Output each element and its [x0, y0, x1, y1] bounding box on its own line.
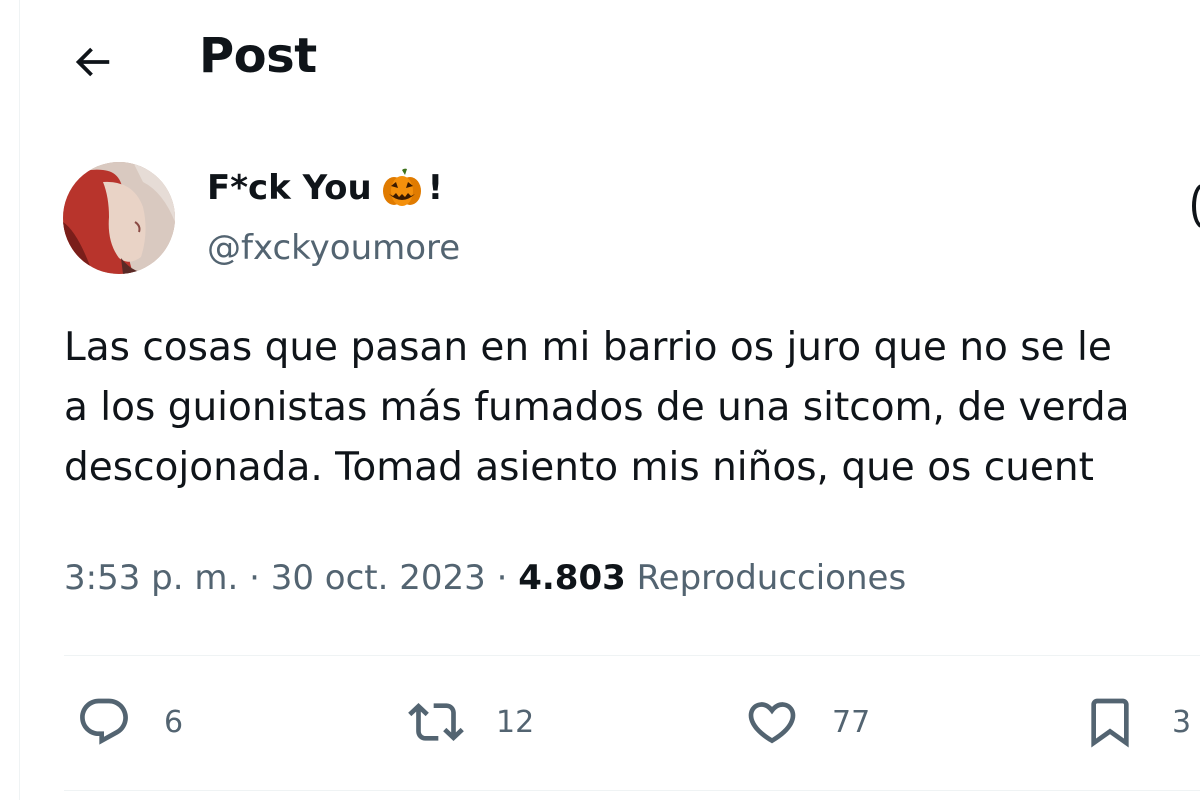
divider: [64, 790, 1200, 791]
like-count: 77: [832, 704, 871, 740]
meta-separator: ·: [238, 558, 271, 598]
pumpkin-icon: [382, 168, 421, 206]
tweet-date[interactable]: 30 oct. 2023: [271, 558, 486, 598]
post-page: Post F*ck You ! @fxckyoumore Las cosas q…: [0, 0, 1200, 800]
meta-separator: ·: [485, 558, 519, 598]
views-label: Reproducciones: [636, 558, 907, 598]
page-title: Post: [199, 28, 317, 84]
author-handle[interactable]: @fxckyoumore: [207, 228, 460, 268]
bookmark-button[interactable]: 3: [1082, 687, 1191, 757]
avatar-image: [63, 162, 175, 274]
bookmark-count: 3: [1172, 704, 1192, 740]
back-button[interactable]: [52, 22, 132, 102]
retweet-button[interactable]: 12: [408, 687, 534, 757]
action-bar: 6 12 77 3: [64, 687, 1200, 757]
reply-count: 6: [164, 704, 184, 740]
author-name-text: F*ck You: [207, 168, 372, 208]
retweet-icon: [408, 703, 464, 741]
reply-icon: [80, 698, 128, 745]
reply-button[interactable]: 6: [76, 687, 183, 757]
page-header: [20, 0, 1200, 115]
left-column-border: [0, 0, 20, 800]
tweet-time[interactable]: 3:53 p. m.: [64, 558, 238, 598]
tweet-text-line: a los guionistas más fumados de una sitc…: [64, 385, 1130, 430]
views-count: 4.803: [518, 558, 626, 598]
author-name-suffix: !: [427, 168, 444, 208]
tweet-meta: 3:53 p. m. · 30 oct. 2023 · 4.803 Reprod…: [64, 558, 906, 598]
like-button[interactable]: 77: [744, 687, 870, 757]
tweet-text: Las cosas que pasan en mi barrio os juro…: [64, 318, 1200, 498]
arrow-left-icon: [75, 47, 110, 77]
author-display-name[interactable]: F*ck You !: [207, 166, 443, 210]
divider: [64, 655, 1200, 656]
more-options-icon[interactable]: [1192, 184, 1200, 228]
tweet-text-line: Las cosas que pasan en mi barrio os juro…: [64, 325, 1112, 370]
tweet-text-line: descojonada. Tomad asiento mis niños, qu…: [64, 445, 1094, 490]
retweet-count: 12: [496, 704, 535, 740]
heart-icon: [748, 702, 796, 744]
avatar[interactable]: [63, 162, 175, 274]
bookmark-icon: [1091, 698, 1129, 748]
